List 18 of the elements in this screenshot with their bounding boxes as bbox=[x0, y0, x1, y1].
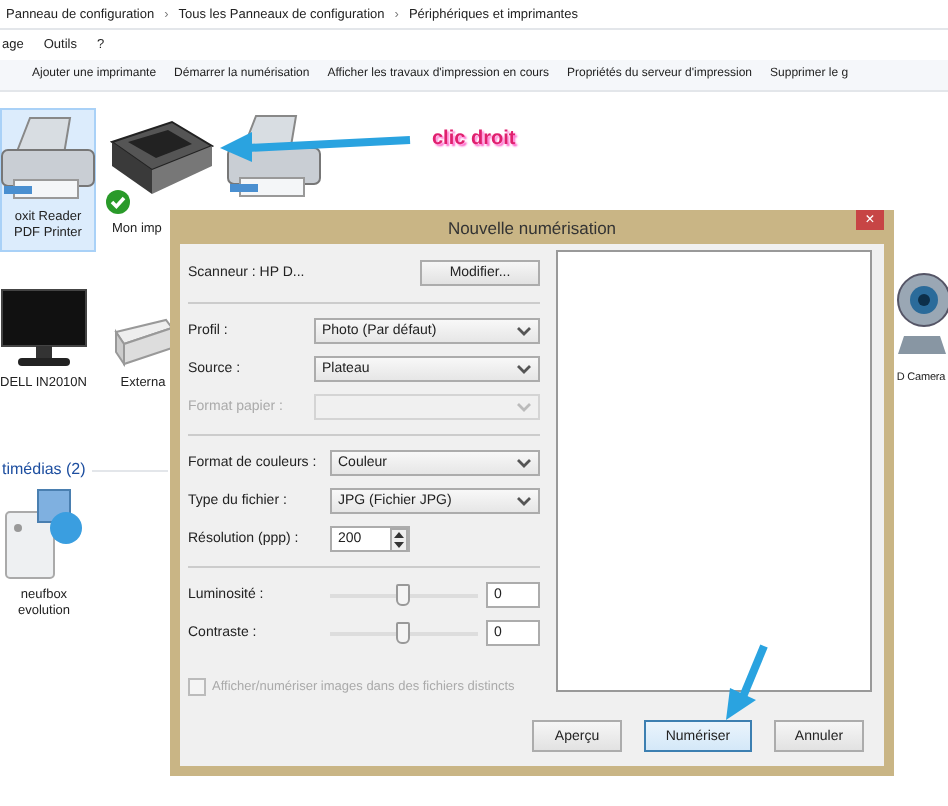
section-header[interactable]: timédias (2) bbox=[2, 460, 86, 478]
monitor-icon bbox=[0, 288, 88, 368]
media-box-icon bbox=[4, 488, 84, 580]
close-button[interactable]: × bbox=[856, 210, 884, 230]
spin-arrows-icon bbox=[390, 527, 408, 551]
caret-icon bbox=[516, 363, 532, 375]
caret-icon bbox=[516, 325, 532, 337]
webcam-icon bbox=[895, 268, 947, 356]
caret-icon bbox=[516, 495, 532, 507]
caret-icon bbox=[516, 401, 532, 413]
slider-thumb[interactable] bbox=[396, 583, 410, 605]
drive-icon bbox=[113, 316, 173, 368]
annotation-text: clic droit bbox=[432, 128, 516, 150]
arrow bbox=[720, 644, 768, 724]
dialog-title: Nouvelle numérisation bbox=[447, 217, 617, 237]
slider-thumb[interactable] bbox=[396, 621, 410, 643]
caret-icon bbox=[516, 457, 532, 469]
scanner-icon bbox=[110, 120, 214, 196]
